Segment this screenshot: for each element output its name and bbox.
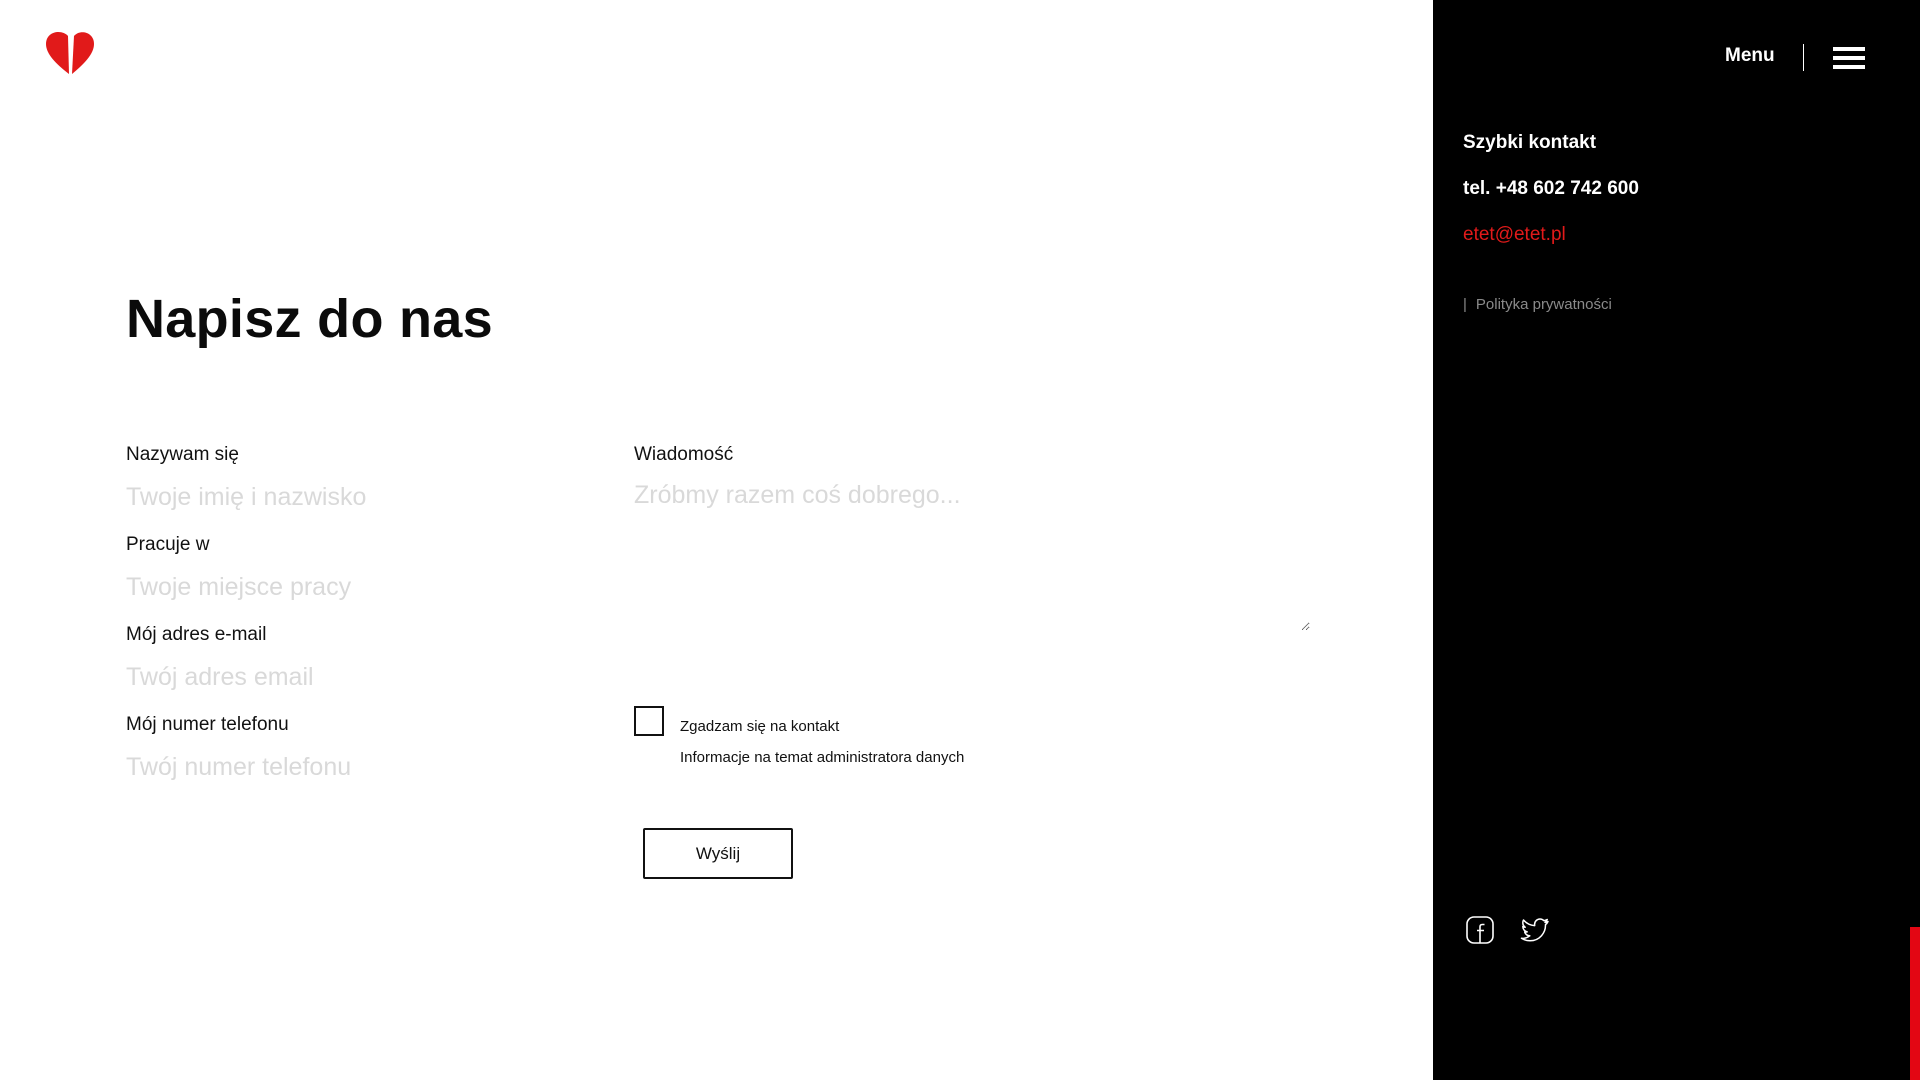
scrollbar-track[interactable] [1910,0,1920,1080]
consent-checkbox[interactable] [634,706,664,736]
phone-input[interactable] [126,749,596,785]
facebook-icon[interactable] [1465,915,1495,945]
work-input[interactable] [126,569,596,605]
email-label: Mój adres e-mail [126,624,267,645]
name-label: Nazywam się [126,444,239,465]
email-field[interactable] [126,659,596,695]
hamburger-icon[interactable] [1833,47,1865,69]
name-input[interactable] [126,479,596,515]
scrollbar-thumb[interactable] [1910,927,1920,1080]
contact-email-link[interactable]: etet@etet.pl [1463,224,1566,246]
page-title: Napisz do nas [126,289,493,349]
data-admin-info-link[interactable]: Informacje na temat administratora danyc… [680,749,964,766]
consent-label: Zgadzam się na kontakt [680,718,840,735]
phone-label: Mój numer telefonu [126,714,289,735]
menu-label[interactable]: Menu [1725,45,1775,67]
contact-phone[interactable]: tel. +48 602 742 600 [1463,178,1639,200]
privacy-separator: | [1463,296,1467,313]
side-panel: Menu Szybki kontakt tel. +48 602 742 600… [1433,0,1910,1080]
privacy-policy-link[interactable]: Polityka prywatności [1476,296,1612,313]
submit-button[interactable]: Wyślij [643,828,793,879]
twitter-icon[interactable] [1520,915,1550,945]
quick-contact-title: Szybki kontakt [1463,132,1597,153]
menu-divider [1803,44,1804,71]
work-label: Pracuje w [126,534,210,555]
message-label: Wiadomość [634,444,734,465]
heart-logo-icon[interactable] [44,30,96,78]
message-textarea[interactable] [634,481,1310,631]
privacy-row: | Polityka prywatności [1463,296,1612,313]
